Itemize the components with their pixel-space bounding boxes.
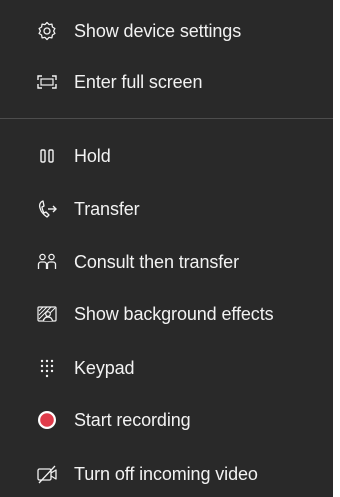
- gear-icon: [36, 20, 58, 42]
- pause-icon: [36, 145, 58, 167]
- menu-divider: [0, 118, 333, 119]
- record-icon: [36, 409, 58, 431]
- menu-item-label: Consult then transfer: [74, 251, 239, 272]
- menu-item-label: Start recording: [74, 409, 191, 430]
- menu-item-show-background-effects[interactable]: Show background effects: [0, 294, 333, 334]
- menu-item-consult-then-transfer[interactable]: Consult then transfer: [0, 242, 333, 282]
- menu-item-label: Keypad: [74, 357, 135, 378]
- menu-item-label: Hold: [74, 145, 111, 166]
- menu-item-hold[interactable]: Hold: [0, 136, 333, 176]
- menu-item-transfer[interactable]: Transfer: [0, 189, 333, 229]
- menu-item-label: Show device settings: [74, 20, 242, 41]
- menu-item-keypad[interactable]: Keypad: [0, 348, 333, 388]
- menu-item-label: Transfer: [74, 198, 140, 219]
- video-off-icon: [36, 463, 58, 485]
- full-screen-icon: [36, 71, 58, 93]
- transfer-icon: [36, 198, 58, 220]
- menu-item-label: Turn off incoming video: [74, 463, 258, 484]
- background-effects-icon: [36, 303, 58, 325]
- more-actions-menu: Show device settings Enter full screen H…: [0, 0, 333, 497]
- keypad-icon: [36, 357, 58, 379]
- menu-item-show-device-settings[interactable]: Show device settings: [0, 11, 333, 51]
- menu-item-enter-full-screen[interactable]: Enter full screen: [0, 62, 333, 102]
- consult-icon: [36, 251, 58, 273]
- menu-item-label: Enter full screen: [74, 71, 203, 92]
- menu-item-label: Show background effects: [74, 303, 274, 324]
- menu-item-start-recording[interactable]: Start recording: [0, 400, 333, 440]
- menu-item-turn-off-incoming-video[interactable]: Turn off incoming video: [0, 454, 333, 494]
